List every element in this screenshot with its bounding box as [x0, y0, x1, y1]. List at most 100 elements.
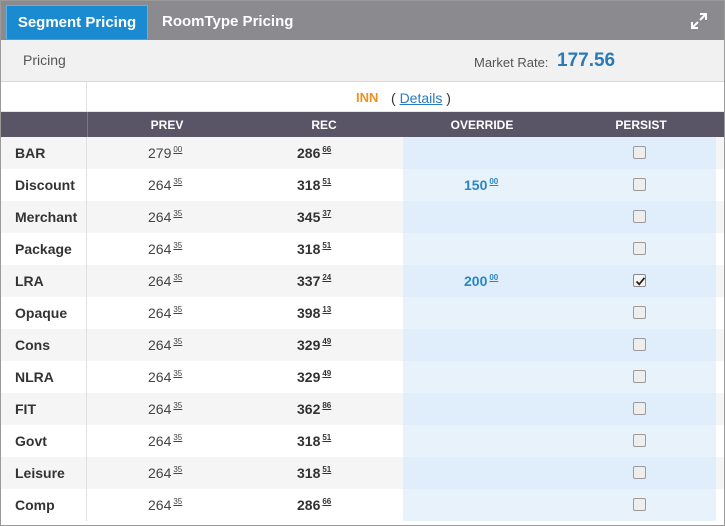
rec-price: 318 51 — [297, 177, 331, 193]
table-row: LRA 264 35 337 24 200 00 — [1, 265, 724, 297]
segment-name-cell — [1, 393, 87, 425]
override-price-cents: 00 — [489, 177, 499, 186]
persist-checkbox[interactable] — [633, 434, 646, 447]
prev-price-dollars: 279 — [148, 145, 172, 161]
override-cell[interactable] — [403, 489, 716, 521]
rec-price-dollars: 345 — [297, 209, 321, 225]
prev-price-dollars: 264 — [148, 273, 172, 289]
override-price-cents: 00 — [489, 273, 499, 282]
pricing-label: Pricing — [23, 52, 66, 68]
rec-price-dollars: 329 — [297, 337, 321, 353]
override-cell[interactable] — [403, 169, 716, 201]
prev-price-cents: 35 — [173, 241, 183, 250]
table-row: FIT 264 35 362 86 — [1, 393, 724, 425]
prev-price-cents: 00 — [173, 145, 183, 154]
override-price-dollars: 200 — [464, 273, 488, 289]
rec-price: 362 86 — [297, 401, 331, 417]
tab-roomtype-pricing[interactable]: RoomType Pricing — [162, 5, 293, 39]
table-row: Govt 264 35 318 51 — [1, 425, 724, 457]
rec-price-cents: 51 — [322, 433, 332, 442]
segment-name: Govt — [15, 433, 47, 449]
column-header-persist: PERSIST — [615, 118, 667, 132]
rec-price: 286 66 — [297, 497, 331, 513]
segment-name-cell — [1, 265, 87, 297]
rec-price: 329 49 — [297, 369, 331, 385]
override-price-dollars: 150 — [464, 177, 488, 193]
rec-price: 318 51 — [297, 433, 331, 449]
segment-name: NLRA — [15, 369, 54, 385]
prev-price: 264 35 — [148, 465, 182, 481]
prev-price-dollars: 264 — [148, 209, 172, 225]
tab-segment-pricing[interactable]: Segment Pricing — [6, 5, 148, 39]
prev-price-dollars: 264 — [148, 305, 172, 321]
table-row: BAR 279 00 286 66 — [1, 137, 724, 169]
persist-checkbox[interactable] — [633, 498, 646, 511]
override-cell[interactable] — [403, 361, 716, 393]
override-cell[interactable] — [403, 425, 716, 457]
persist-checkbox[interactable] — [633, 274, 646, 287]
prev-price: 264 35 — [148, 177, 182, 193]
column-header-override: OVERRIDE — [450, 118, 514, 132]
persist-checkbox[interactable] — [633, 402, 646, 415]
rec-price-cents: 24 — [322, 273, 332, 282]
segment-name: FIT — [15, 401, 36, 417]
column-header-prev: PREV — [150, 118, 184, 132]
prev-price: 264 35 — [148, 337, 182, 353]
rec-price-dollars: 329 — [297, 369, 321, 385]
prev-price: 264 35 — [148, 273, 182, 289]
rec-price-dollars: 318 — [297, 433, 321, 449]
override-cell[interactable] — [403, 265, 716, 297]
expand-icon[interactable] — [690, 12, 708, 30]
rec-price: 318 51 — [297, 465, 331, 481]
prev-price-dollars: 264 — [148, 401, 172, 417]
rec-price-cents: 13 — [322, 305, 332, 314]
persist-checkbox[interactable] — [633, 146, 646, 159]
override-price[interactable]: 200 00 — [464, 273, 498, 289]
persist-checkbox[interactable] — [633, 370, 646, 383]
override-cell[interactable] — [403, 393, 716, 425]
table-row: Opaque 264 35 398 13 — [1, 297, 724, 329]
rec-price-dollars: 318 — [297, 465, 321, 481]
persist-checkbox[interactable] — [633, 178, 646, 191]
prev-price-dollars: 264 — [148, 369, 172, 385]
property-row-spacer — [1, 82, 87, 112]
prev-price: 264 35 — [148, 497, 182, 513]
override-cell[interactable] — [403, 233, 716, 265]
segment-name: Merchant — [15, 209, 78, 225]
property-row: INN ( Details ) — [1, 82, 724, 112]
market-rate-label: Market Rate: — [474, 55, 549, 70]
segment-name: Discount — [15, 177, 75, 193]
table-header: PREV REC OVERRIDE PERSIST — [1, 112, 724, 137]
prev-price-cents: 35 — [173, 273, 183, 282]
override-cell[interactable] — [403, 201, 716, 233]
prev-price-cents: 35 — [173, 177, 183, 186]
table-row: NLRA 264 35 329 49 — [1, 361, 724, 393]
prev-price-cents: 35 — [173, 465, 183, 474]
segment-name: Package — [15, 241, 72, 257]
persist-checkbox[interactable] — [633, 306, 646, 319]
prev-price-dollars: 264 — [148, 241, 172, 257]
column-header-rec: REC — [311, 118, 337, 132]
rec-price-dollars: 362 — [297, 401, 321, 417]
persist-checkbox[interactable] — [633, 210, 646, 223]
rec-price-dollars: 398 — [297, 305, 321, 321]
persist-checkbox[interactable] — [633, 466, 646, 479]
market-rate-value: 177.56 — [557, 50, 616, 71]
prev-price: 264 35 — [148, 369, 182, 385]
rec-price-dollars: 318 — [297, 241, 321, 257]
prev-price: 264 35 — [148, 433, 182, 449]
prev-price: 264 35 — [148, 401, 182, 417]
details-link[interactable]: Details — [400, 90, 443, 106]
override-cell[interactable] — [403, 329, 716, 361]
table-row: Discount 264 35 318 51 150 00 — [1, 169, 724, 201]
override-cell[interactable] — [403, 297, 716, 329]
override-cell[interactable] — [403, 137, 716, 169]
override-cell[interactable] — [403, 457, 716, 489]
rec-price-dollars: 337 — [297, 273, 321, 289]
override-price[interactable]: 150 00 — [464, 177, 498, 193]
segment-name: Comp — [15, 497, 55, 513]
persist-checkbox[interactable] — [633, 242, 646, 255]
rec-price: 286 66 — [297, 145, 331, 161]
rec-price-cents: 37 — [322, 209, 332, 218]
persist-checkbox[interactable] — [633, 338, 646, 351]
